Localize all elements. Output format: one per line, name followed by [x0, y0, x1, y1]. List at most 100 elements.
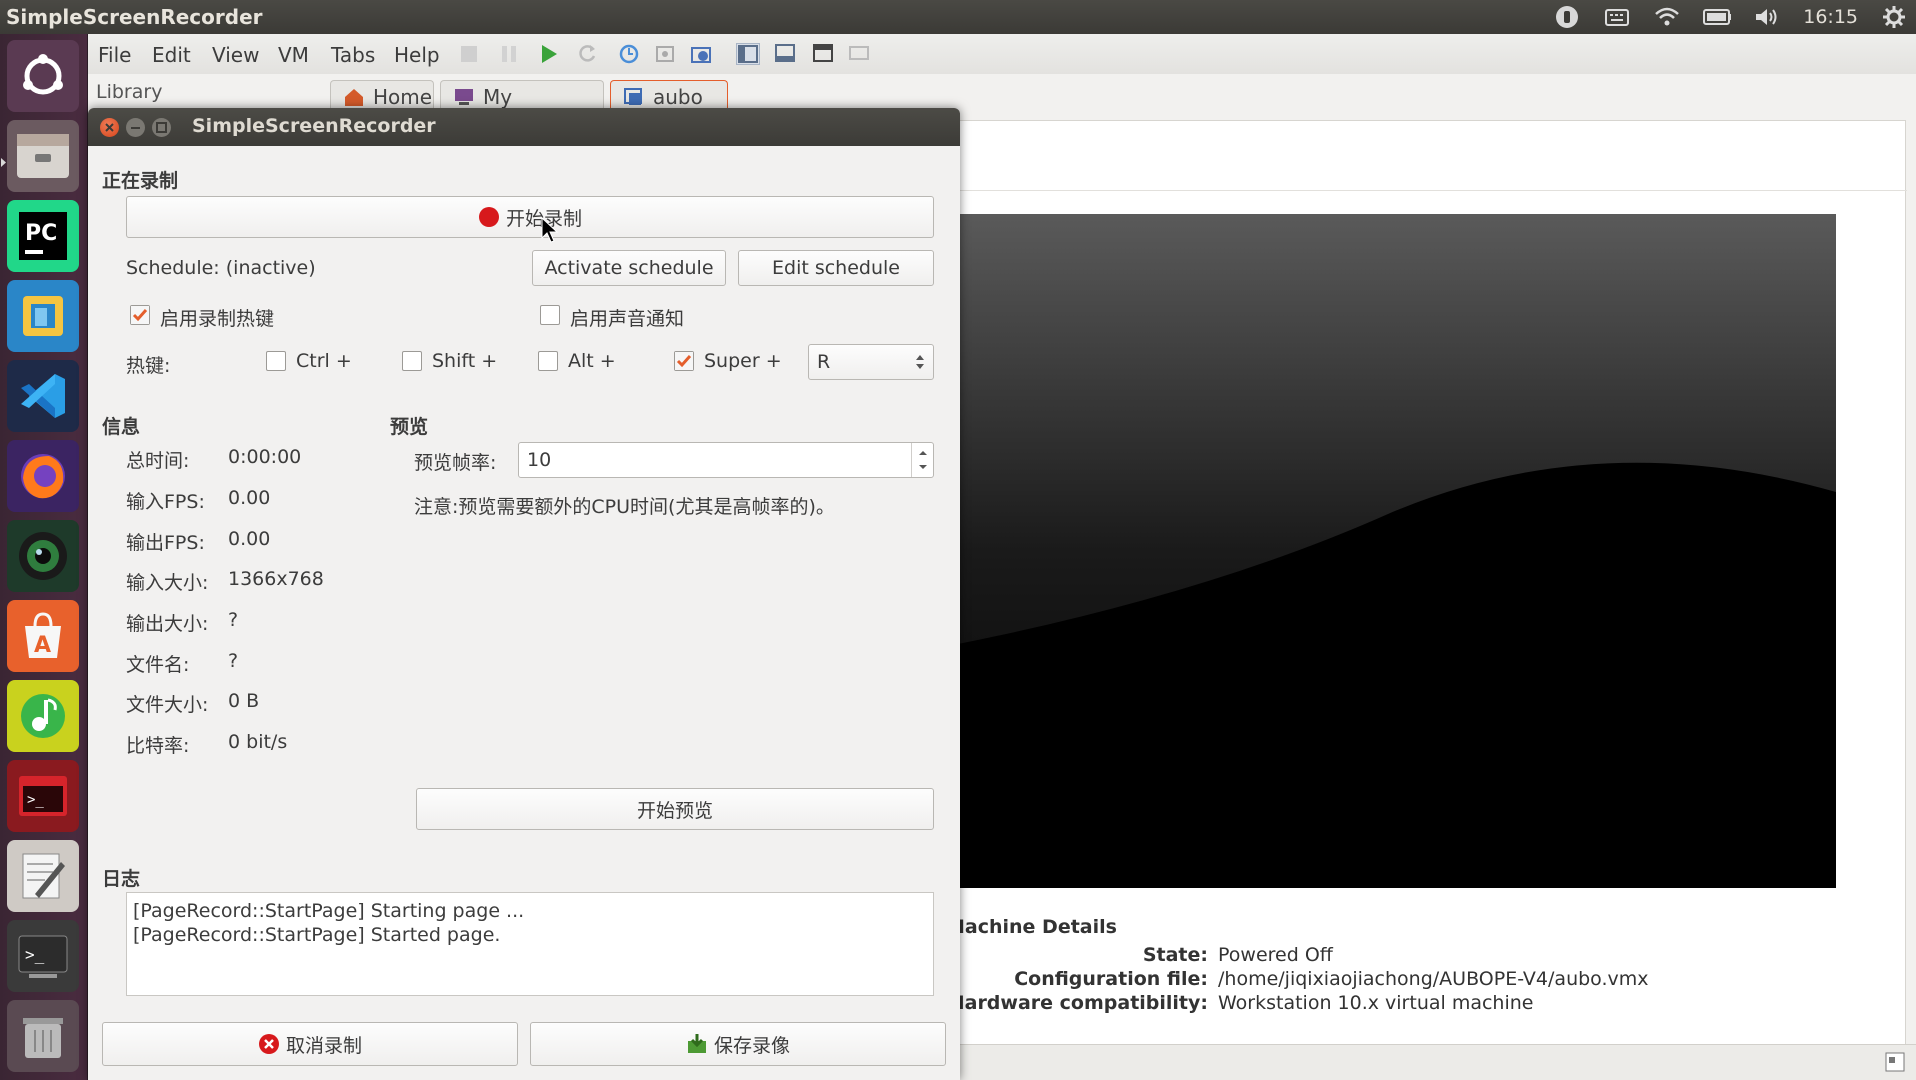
firefox-icon[interactable]: [7, 440, 79, 512]
ssr-titlebar[interactable]: SimpleScreenRecorder: [88, 108, 960, 146]
filesize-value: 0 B: [228, 690, 260, 712]
ctrl-checkbox[interactable]: [266, 351, 286, 371]
svg-text:PC: PC: [25, 221, 57, 246]
close-window-icon[interactable]: [100, 118, 119, 137]
select-arrows-icon: [916, 355, 924, 369]
alt-checkbox[interactable]: [538, 351, 558, 371]
hotkey-key-select[interactable]: R: [808, 344, 934, 380]
output-size-label: 输出大小:: [126, 613, 209, 635]
trash-icon[interactable]: [7, 1000, 79, 1072]
log-textbox[interactable]: [PageRecord::StartPage] Starting page ..…: [126, 892, 934, 996]
menu-view[interactable]: View: [212, 43, 259, 67]
enable-sound-checkbox[interactable]: [540, 305, 560, 325]
bitrate-value: 0 bit/s: [228, 731, 288, 753]
terminal-icon[interactable]: >_: [7, 920, 79, 992]
pause-icon[interactable]: [498, 43, 522, 65]
super-checkbox[interactable]: [674, 351, 694, 371]
vm-screen-preview[interactable]: [958, 214, 1836, 888]
save-icon: [687, 1034, 706, 1053]
record-indicator-icon[interactable]: [1553, 6, 1581, 28]
full-screen-icon[interactable]: [812, 43, 836, 65]
output-fps-label: 输出FPS:: [126, 532, 205, 554]
suspend-icon[interactable]: [458, 43, 482, 65]
volume-icon[interactable]: [1753, 6, 1781, 28]
filesize-label: 文件大小:: [126, 694, 209, 716]
launcher-indicator: [1, 158, 6, 167]
launcher: PC A >_ >_: [0, 34, 88, 1080]
bitrate-label: 比特率:: [126, 735, 190, 757]
recording-section-heading: 正在录制: [102, 170, 179, 192]
vscode-icon[interactable]: [7, 360, 79, 432]
preview-rate-spinbox[interactable]: 10: [518, 442, 934, 478]
ctrl-label: Ctrl +: [296, 350, 352, 372]
save-recording-label: 保存录像: [713, 1034, 790, 1057]
start-preview-button[interactable]: 开始预览: [416, 788, 934, 830]
virtualbox-icon[interactable]: [7, 280, 79, 352]
snapshot-icon[interactable]: [618, 43, 642, 65]
start-recording-button[interactable]: 开始录制: [126, 196, 934, 243]
restart-icon[interactable]: [576, 43, 600, 65]
info-section-heading: 信息: [102, 416, 141, 438]
show-library-icon[interactable]: [736, 43, 760, 65]
edit-schedule-button[interactable]: Edit schedule: [738, 250, 934, 286]
enable-sound-label: 启用声音通知: [570, 308, 685, 330]
menu-vm[interactable]: VM: [278, 43, 309, 67]
mouse-cursor-icon: [541, 217, 559, 243]
svg-text:>_: >_: [27, 792, 44, 808]
log-line: [PageRecord::StartPage] Starting page ..…: [133, 900, 525, 922]
ssr-window-title: SimpleScreenRecorder: [192, 115, 436, 137]
unity-icon[interactable]: [848, 43, 872, 65]
play-icon[interactable]: [538, 43, 562, 65]
menu-file[interactable]: File: [98, 43, 131, 67]
enable-hotkey-label: 启用录制热键: [160, 308, 275, 330]
enable-hotkey-checkbox[interactable]: [130, 305, 150, 325]
machine-details-heading: Machine Details: [946, 916, 1117, 938]
clock[interactable]: 16:15: [1803, 6, 1858, 28]
message-log-icon[interactable]: [1884, 1051, 1906, 1078]
thumbnail-bar-icon[interactable]: [774, 43, 798, 65]
total-time-value: 0:00:00: [228, 446, 302, 468]
wifi-icon[interactable]: [1653, 6, 1681, 28]
menu-edit[interactable]: Edit: [152, 43, 191, 67]
output-fps-value: 0.00: [228, 528, 271, 550]
spin-arrows-icon: [919, 451, 927, 469]
preview-rate-value: 10: [527, 449, 552, 471]
vm-toolbar-strip: [901, 121, 1907, 191]
maximize-window-icon[interactable]: [152, 118, 171, 137]
shift-checkbox[interactable]: [402, 351, 422, 371]
keyboard-icon[interactable]: [1603, 6, 1631, 28]
vm-wallpaper: [958, 214, 1836, 888]
record-dot-icon: [478, 207, 499, 227]
terminal-red-icon[interactable]: >_: [7, 760, 79, 832]
hardware-compat-value: Workstation 10.x virtual machine: [1218, 992, 1534, 1014]
battery-icon[interactable]: [1703, 6, 1732, 28]
spin-buttons[interactable]: [911, 443, 933, 477]
cancel-recording-button[interactable]: 取消录制: [102, 1022, 518, 1066]
config-file-value: /home/jiqixiaojiachong/AUBOPE-V4/aubo.vm…: [1218, 968, 1649, 990]
hotkey-key-value: R: [817, 351, 831, 373]
camera-icon[interactable]: [7, 520, 79, 592]
menu-tabs[interactable]: Tabs: [331, 43, 375, 67]
cancel-icon: [258, 1034, 279, 1054]
input-fps-label: 输入FPS:: [126, 491, 205, 513]
state-value: Powered Off: [1218, 944, 1333, 966]
cancel-recording-label: 取消录制: [285, 1034, 362, 1057]
software-center-icon[interactable]: A: [7, 600, 79, 672]
settings-gear-icon[interactable]: [1880, 6, 1908, 28]
preview-note: 注意:预览需要额外的CPU时间(尤其是高帧率的)。: [414, 496, 835, 518]
menu-help[interactable]: Help: [394, 43, 440, 67]
files-icon[interactable]: [7, 120, 79, 192]
library-label: Library: [96, 81, 163, 103]
ubuntu-dash-icon[interactable]: [7, 40, 79, 112]
snapshot-manager-icon[interactable]: [690, 43, 714, 65]
music-player-icon[interactable]: [7, 680, 79, 752]
save-recording-button[interactable]: 保存录像: [530, 1022, 946, 1066]
active-app-title: SimpleScreenRecorder: [6, 5, 263, 29]
pycharm-icon[interactable]: PC: [7, 200, 79, 272]
revert-snapshot-icon[interactable]: [654, 43, 678, 65]
log-section-heading: 日志: [102, 868, 141, 890]
schedule-status: Schedule: (inactive): [126, 257, 316, 279]
minimize-window-icon[interactable]: [126, 118, 145, 137]
text-editor-icon[interactable]: [7, 840, 79, 912]
activate-schedule-button[interactable]: Activate schedule: [532, 250, 726, 286]
